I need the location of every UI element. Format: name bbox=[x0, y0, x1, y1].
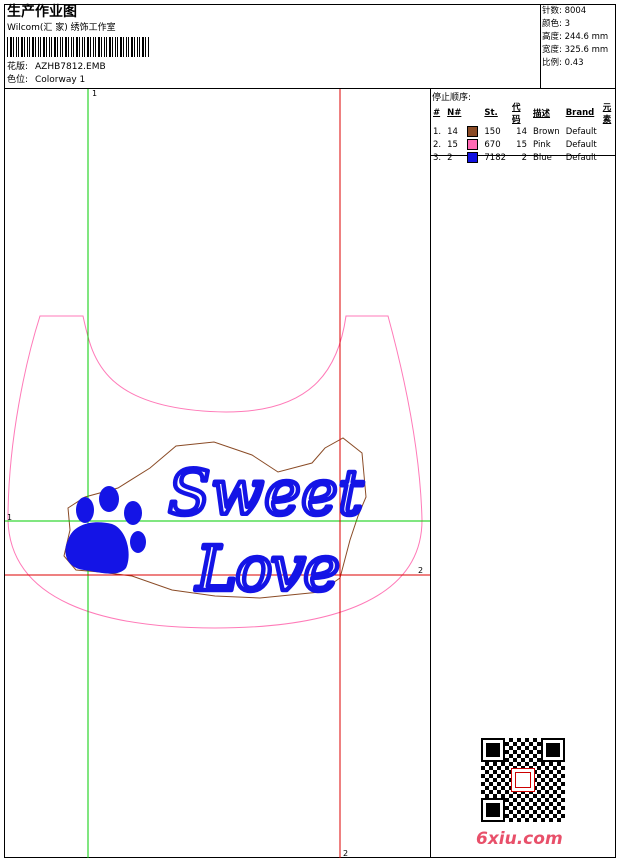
guide-label-green-top: 1 bbox=[92, 89, 98, 98]
guide-label-red-right: 2 bbox=[418, 566, 424, 575]
qr-finder bbox=[483, 740, 503, 760]
qr-finder bbox=[543, 740, 563, 760]
paw-print bbox=[65, 486, 146, 574]
seal-stamp-icon bbox=[511, 768, 535, 792]
design-canvas: Sweet Love bbox=[5, 89, 430, 858]
watermark-logo: 6xiu.com bbox=[476, 829, 563, 849]
guide-label-green-left: 1 bbox=[7, 513, 13, 522]
qr-finder bbox=[483, 800, 503, 820]
script-text-sweet: Sweet bbox=[168, 456, 363, 529]
guide-label-red-bottom: 2 bbox=[343, 849, 349, 858]
qr-code bbox=[481, 738, 565, 822]
script-text-love: Love bbox=[195, 532, 340, 605]
